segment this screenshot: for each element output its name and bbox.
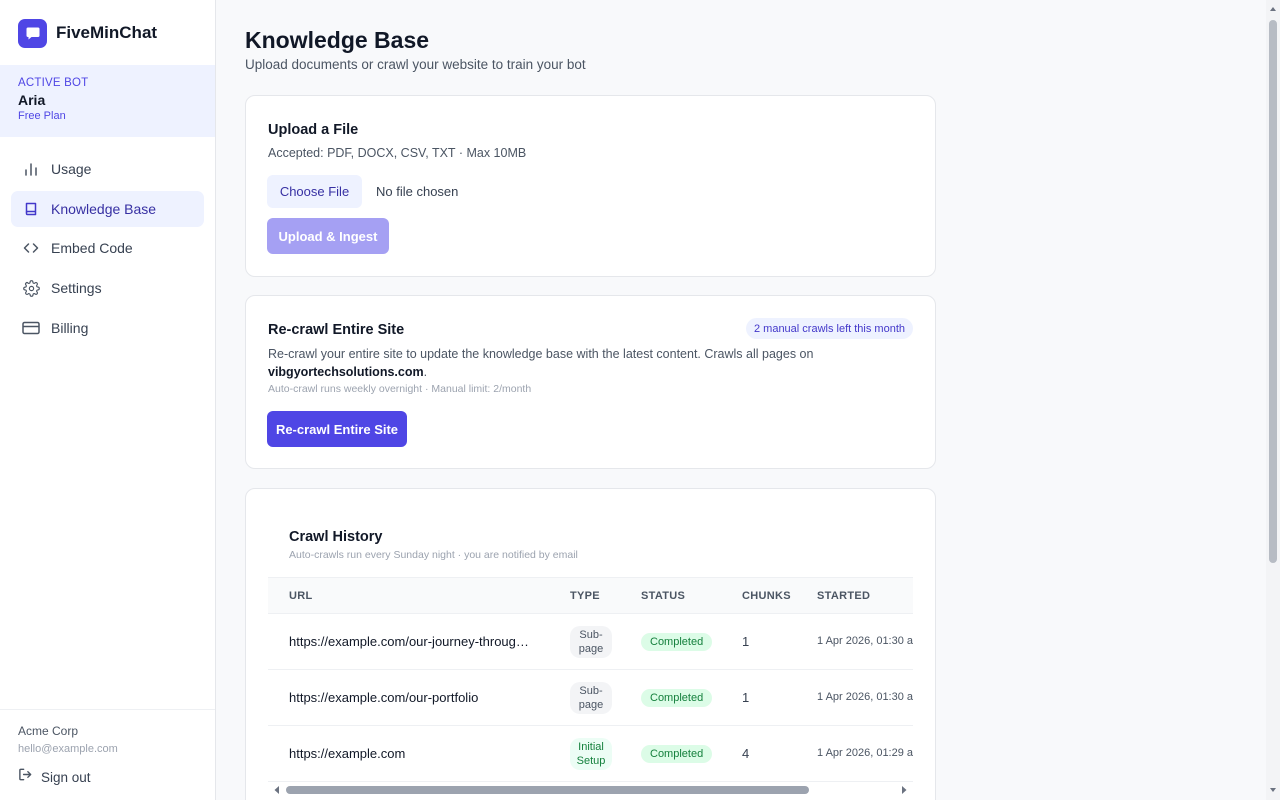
sidebar-footer: Acme Corp hello@example.com Sign out [0, 709, 215, 800]
recrawl-description-text: Re-crawl your entire site to update the … [268, 347, 814, 361]
row-started: 1 Apr 2026, 01:30 am [817, 635, 913, 647]
row-status-badge: Completed [641, 689, 713, 707]
manual-crawls-badge: 2 manual crawls left this month [745, 318, 913, 339]
sign-out-label: Sign out [41, 769, 91, 785]
sidebar-item-label: Settings [51, 280, 102, 297]
credit-card-icon [22, 319, 40, 337]
main-content: Knowledge Base Upload documents or crawl… [216, 0, 1266, 800]
brand-name: FiveMinChat [56, 23, 158, 42]
row-url[interactable]: https://example.com/our-portfolio [289, 690, 531, 705]
table-row: https://example.com/our-journey-through-… [268, 614, 913, 670]
row-started: 1 Apr 2026, 01:29 am [817, 747, 913, 759]
choose-file-button[interactable]: Choose File [267, 175, 362, 208]
horizontal-scroll-thumb[interactable] [286, 786, 809, 794]
user-email: hello@example.com [18, 743, 118, 755]
row-type-badge: Sub-page [570, 682, 612, 714]
book-icon [22, 200, 40, 218]
recrawl-card-title: Re-crawl Entire Site [268, 322, 405, 338]
sidebar-item-label: Usage [51, 161, 92, 177]
sidebar-item-label: Embed Code [51, 240, 133, 257]
sidebar-item-label: Billing [51, 319, 89, 336]
column-header-chunks: CHUNKS [742, 590, 791, 602]
upload-card-title: Upload a File [268, 122, 359, 138]
row-status-badge: Completed [641, 633, 713, 651]
table-row: https://example.com Initial Setup Comple… [268, 726, 913, 782]
sidebar-item-knowledge-base[interactable]: Knowledge Base [11, 190, 204, 227]
accepted-formats-text: Accepted: PDF, DOCX, CSV, TXT · Max 10MB [268, 146, 527, 160]
site-domain: vibgyortechsolutions.com [268, 365, 424, 379]
row-url[interactable]: https://example.com/our-journey-through-… [289, 634, 531, 649]
row-chunks: 4 [742, 746, 750, 761]
crawl-history-subtitle: Auto-crawls run every Sunday night · you… [289, 549, 578, 561]
recrawl-description: Re-crawl your entire site to update the … [268, 345, 888, 381]
column-header-status: STATUS [641, 590, 686, 602]
column-header-started: STARTED [817, 590, 871, 602]
file-status-text: No file chosen [376, 184, 459, 199]
sidebar-item-billing[interactable]: Billing [11, 310, 204, 346]
row-url[interactable]: https://example.com [289, 746, 531, 761]
sign-out-button[interactable]: Sign out [18, 767, 197, 787]
scroll-right-arrow-icon[interactable] [900, 785, 908, 795]
brand[interactable]: FiveMinChat [18, 18, 157, 48]
sidebar-item-label: Knowledge Base [51, 200, 157, 217]
recrawl-description-end: . [423, 365, 428, 379]
gear-icon [22, 279, 40, 297]
scroll-up-arrow-icon[interactable] [1269, 5, 1277, 13]
sidebar-item-embed-code[interactable]: Embed Code [11, 230, 204, 266]
row-type-badge: Sub-page [570, 626, 612, 658]
table-row: https://example.com/our-portfolio Sub-pa… [268, 670, 913, 726]
auto-crawl-note: Auto-crawl runs weekly overnight · Manua… [268, 383, 532, 395]
sidebar-nav: Usage Knowledge Base Embed Code Settings… [11, 151, 204, 349]
crawl-history-card: Crawl History Auto-crawls run every Sund… [245, 488, 936, 800]
recrawl-site-button[interactable]: Re-crawl Entire Site [267, 411, 407, 447]
sidebar: FiveMinChat ACTIVE BOT Aria Free Plan Us… [0, 0, 216, 800]
upload-file-card: Upload a File Accepted: PDF, DOCX, CSV, … [245, 95, 936, 277]
column-header-url: URL [289, 590, 313, 602]
scroll-left-arrow-icon[interactable] [273, 785, 281, 795]
row-chunks: 1 [742, 634, 750, 649]
active-bot-plan: Free Plan [18, 110, 66, 122]
active-bot-panel: ACTIVE BOT Aria Free Plan [0, 65, 215, 137]
row-started: 1 Apr 2026, 01:30 am [817, 691, 913, 703]
horizontal-scrollbar[interactable] [268, 781, 913, 797]
log-out-icon [18, 767, 33, 787]
crawl-history-title: Crawl History [289, 529, 383, 545]
page-title: Knowledge Base [245, 27, 430, 53]
row-type-badge: Initial Setup [570, 738, 612, 770]
bar-chart-icon [22, 160, 40, 178]
page-subtitle: Upload documents or crawl your website t… [245, 57, 586, 72]
vertical-scroll-thumb[interactable] [1269, 20, 1277, 563]
recrawl-card: Re-crawl Entire Site 2 manual crawls lef… [245, 295, 936, 469]
vertical-scrollbar[interactable] [1266, 0, 1280, 800]
upload-ingest-button[interactable]: Upload & Ingest [267, 218, 389, 254]
crawl-history-table[interactable]: URL TYPE STATUS CHUNKS STARTED https://e… [268, 577, 913, 795]
chat-bubble-icon [18, 18, 47, 48]
row-status-badge: Completed [641, 745, 713, 763]
sidebar-item-usage[interactable]: Usage [11, 151, 204, 187]
active-bot-name: Aria [18, 92, 46, 108]
scroll-down-arrow-icon[interactable] [1269, 786, 1277, 794]
code-icon [22, 239, 40, 257]
table-header: URL TYPE STATUS CHUNKS STARTED [268, 577, 913, 614]
active-bot-label: ACTIVE BOT [18, 77, 89, 89]
org-name: Acme Corp [18, 724, 79, 738]
column-header-type: TYPE [570, 590, 600, 602]
sidebar-item-settings[interactable]: Settings [11, 270, 204, 306]
row-chunks: 1 [742, 690, 750, 705]
